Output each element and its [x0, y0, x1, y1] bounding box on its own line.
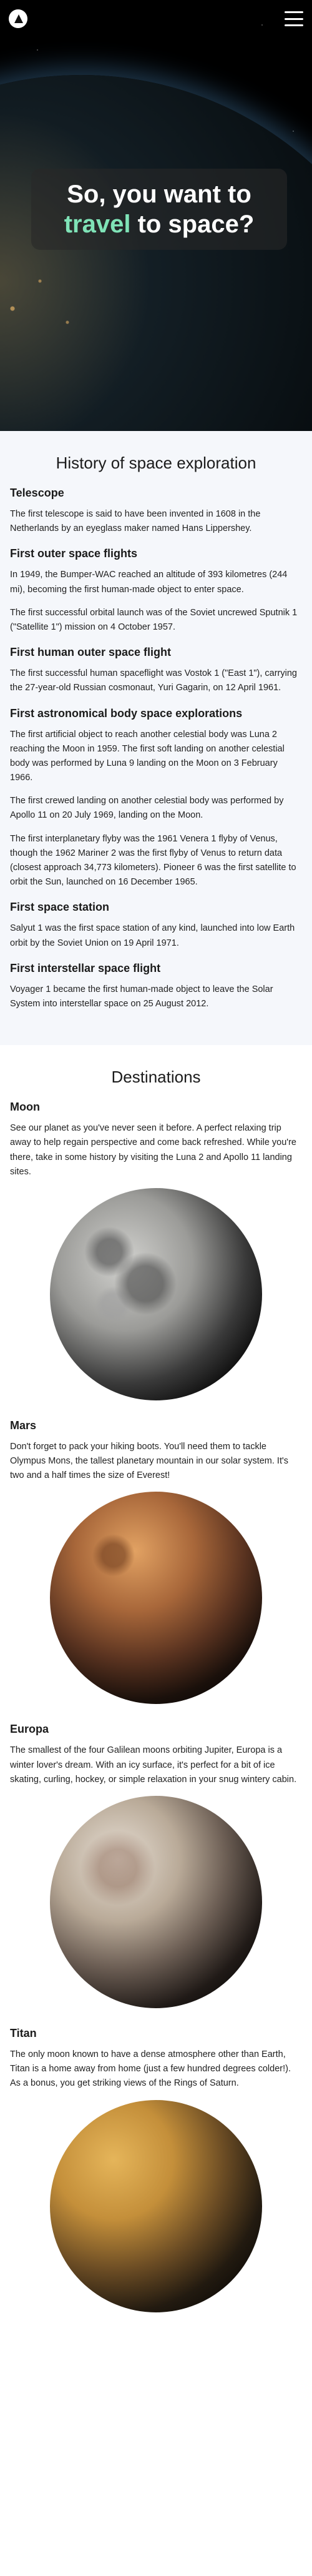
- hero-title-rest: to space?: [130, 211, 255, 238]
- history-paragraph: The first successful human spaceflight w…: [10, 668, 297, 693]
- moon-image: [50, 1187, 262, 1400]
- destinations-title: Destinations: [111, 1068, 201, 1087]
- history-paragraph: The first successful orbital launch was …: [10, 607, 298, 632]
- destination-name: Moon: [10, 1101, 40, 1114]
- destination-description: Don't forget to pack your hiking boots. …: [10, 1441, 289, 1481]
- history-heading-telescope: Telescope: [10, 487, 64, 499]
- destination-description: See our planet as you've never seen it b…: [10, 1123, 296, 1177]
- history-heading-space-station: First space station: [10, 901, 110, 914]
- earth-night-image: [0, 75, 312, 431]
- top-bar: [0, 0, 312, 37]
- hero-section: So, you want to travel to space?: [0, 0, 312, 431]
- history-paragraph: The first interplanetary flyby was the 1…: [10, 833, 296, 888]
- hero-title-box: So, you want to travel to space?: [31, 169, 287, 250]
- titan-image: [50, 2099, 262, 2312]
- destination-description: The only moon known to have a dense atmo…: [10, 2049, 291, 2089]
- destination-name: Mars: [10, 1419, 37, 1432]
- hero-title: So, you want to travel to space?: [64, 179, 255, 239]
- history-paragraph: The first telescope is said to have been…: [10, 509, 261, 534]
- history-paragraph: Voyager 1 became the first human-made ob…: [10, 984, 273, 1009]
- destination-moon: Moon See our planet as you've never seen…: [10, 1101, 302, 1400]
- history-heading-human-flight: First human outer space flight: [10, 646, 172, 659]
- history-section: History of space exploration Telescope T…: [0, 431, 312, 1046]
- destination-name: Titan: [10, 2027, 37, 2039]
- destination-mars: Mars Don't forget to pack your hiking bo…: [10, 1419, 302, 1705]
- hamburger-menu-icon[interactable]: [285, 11, 303, 26]
- history-heading-outer-space: First outer space flights: [10, 547, 138, 560]
- destination-name: Europa: [10, 1723, 49, 1736]
- hero-title-accent: travel: [64, 211, 131, 238]
- destination-description: The smallest of the four Galilean moons …: [10, 1745, 297, 1785]
- mars-image: [50, 1492, 262, 1705]
- destination-europa: Europa The smallest of the four Galilean…: [10, 1723, 302, 2008]
- destinations-section: Destinations Moon See our planet as you'…: [0, 1045, 312, 2343]
- rocket-logo-icon[interactable]: [9, 9, 27, 28]
- europa-image: [50, 1796, 262, 2008]
- history-paragraph: Salyut 1 was the first space station of …: [10, 923, 295, 948]
- history-paragraph: In 1949, the Bumper-WAC reached an altit…: [10, 570, 288, 595]
- hero-title-line1: So, you want to: [67, 181, 251, 208]
- history-paragraph: The first crewed landing on another cele…: [10, 796, 284, 821]
- history-title: History of space exploration: [56, 453, 256, 472]
- history-heading-astronomical: First astronomical body space exploratio…: [10, 706, 243, 720]
- history-heading-interstellar: First interstellar space flight: [10, 961, 161, 974]
- history-paragraph: The first artificial object to reach ano…: [10, 729, 285, 783]
- destination-titan: Titan The only moon known to have a dens…: [10, 2027, 302, 2312]
